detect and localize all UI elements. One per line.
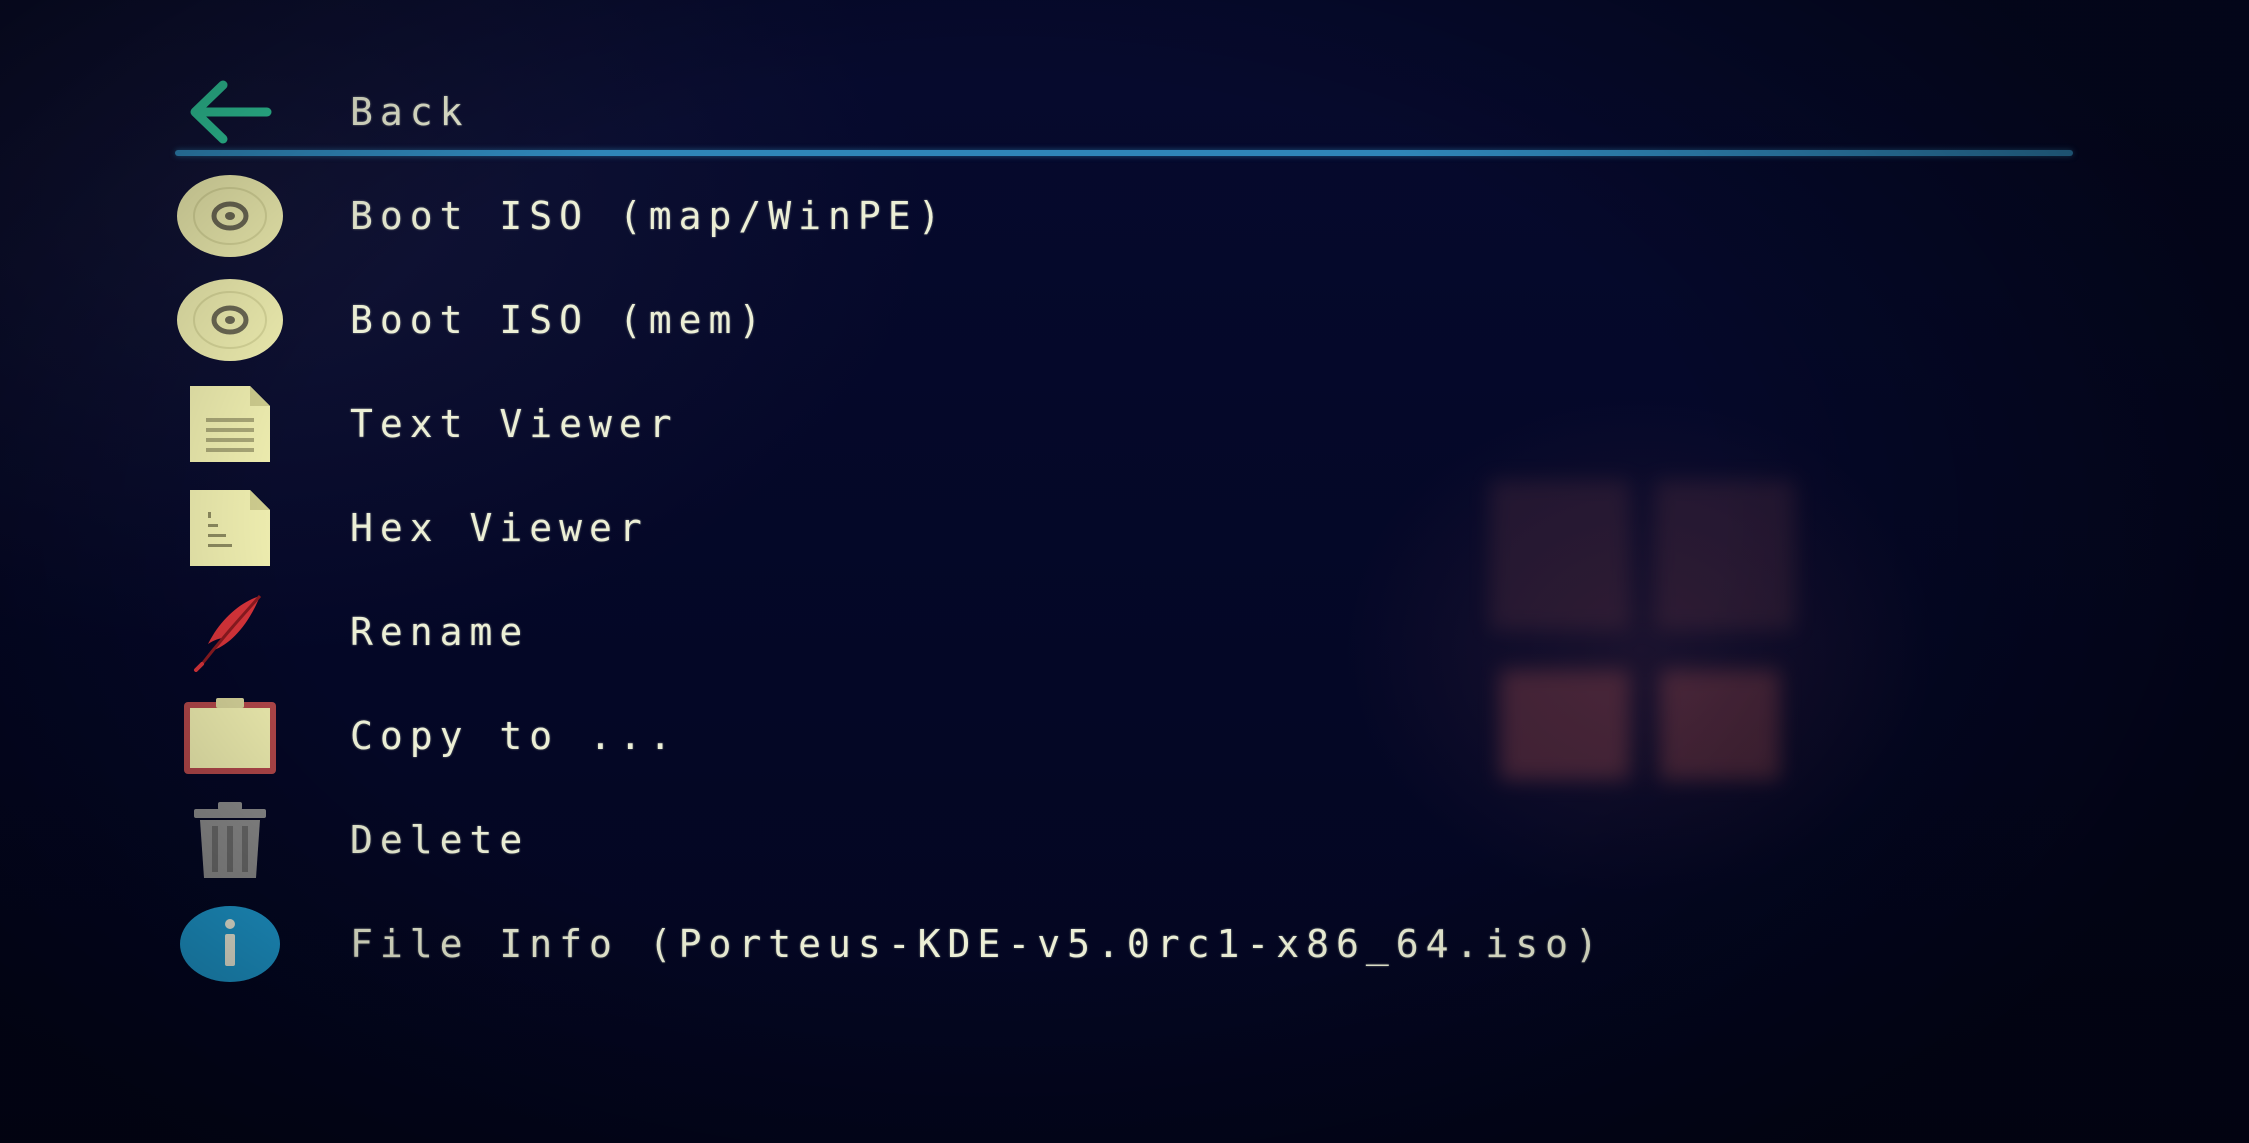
menu-item-hex-viewer[interactable]: Hex Viewer (175, 476, 2075, 580)
menu-item-copy-to[interactable]: Copy to ... (175, 684, 2075, 788)
menu-item-text-viewer[interactable]: Text Viewer (175, 372, 2075, 476)
trash-icon (175, 790, 285, 890)
menu-item-file-info[interactable]: File Info (Porteus-KDE-v5.0rc1-x86_64.is… (175, 892, 2075, 996)
back-label: Back (350, 90, 470, 134)
menu-item-back[interactable]: Back (175, 60, 2075, 164)
back-arrow-icon (175, 62, 285, 162)
info-icon (175, 894, 285, 994)
menu-item-boot-iso-map[interactable]: Boot ISO (map/WinPE) (175, 164, 2075, 268)
clipboard-icon (175, 686, 285, 786)
menu-item-label: Rename (350, 610, 530, 654)
feather-pen-icon (175, 582, 285, 682)
hex-file-icon (175, 478, 285, 578)
file-action-menu: Back Boot ISO (map/WinPE) Boot ISO (mem)… (175, 60, 2075, 996)
menu-item-delete[interactable]: Delete (175, 788, 2075, 892)
separator-line (175, 150, 2073, 156)
disc-icon (175, 166, 285, 266)
menu-item-boot-iso-mem[interactable]: Boot ISO (mem) (175, 268, 2075, 372)
disc-icon (175, 270, 285, 370)
menu-item-label: Text Viewer (350, 402, 679, 446)
screen-background: Back Boot ISO (map/WinPE) Boot ISO (mem)… (0, 0, 2249, 1143)
menu-item-rename[interactable]: Rename (175, 580, 2075, 684)
menu-item-label: File Info (Porteus-KDE-v5.0rc1-x86_64.is… (350, 922, 1605, 966)
menu-item-label: Copy to ... (350, 714, 679, 758)
menu-item-label: Hex Viewer (350, 506, 649, 550)
menu-item-label: Boot ISO (mem) (350, 298, 769, 342)
menu-item-label: Delete (350, 818, 530, 862)
menu-item-label: Boot ISO (map/WinPE) (350, 194, 948, 238)
text-file-icon (175, 374, 285, 474)
